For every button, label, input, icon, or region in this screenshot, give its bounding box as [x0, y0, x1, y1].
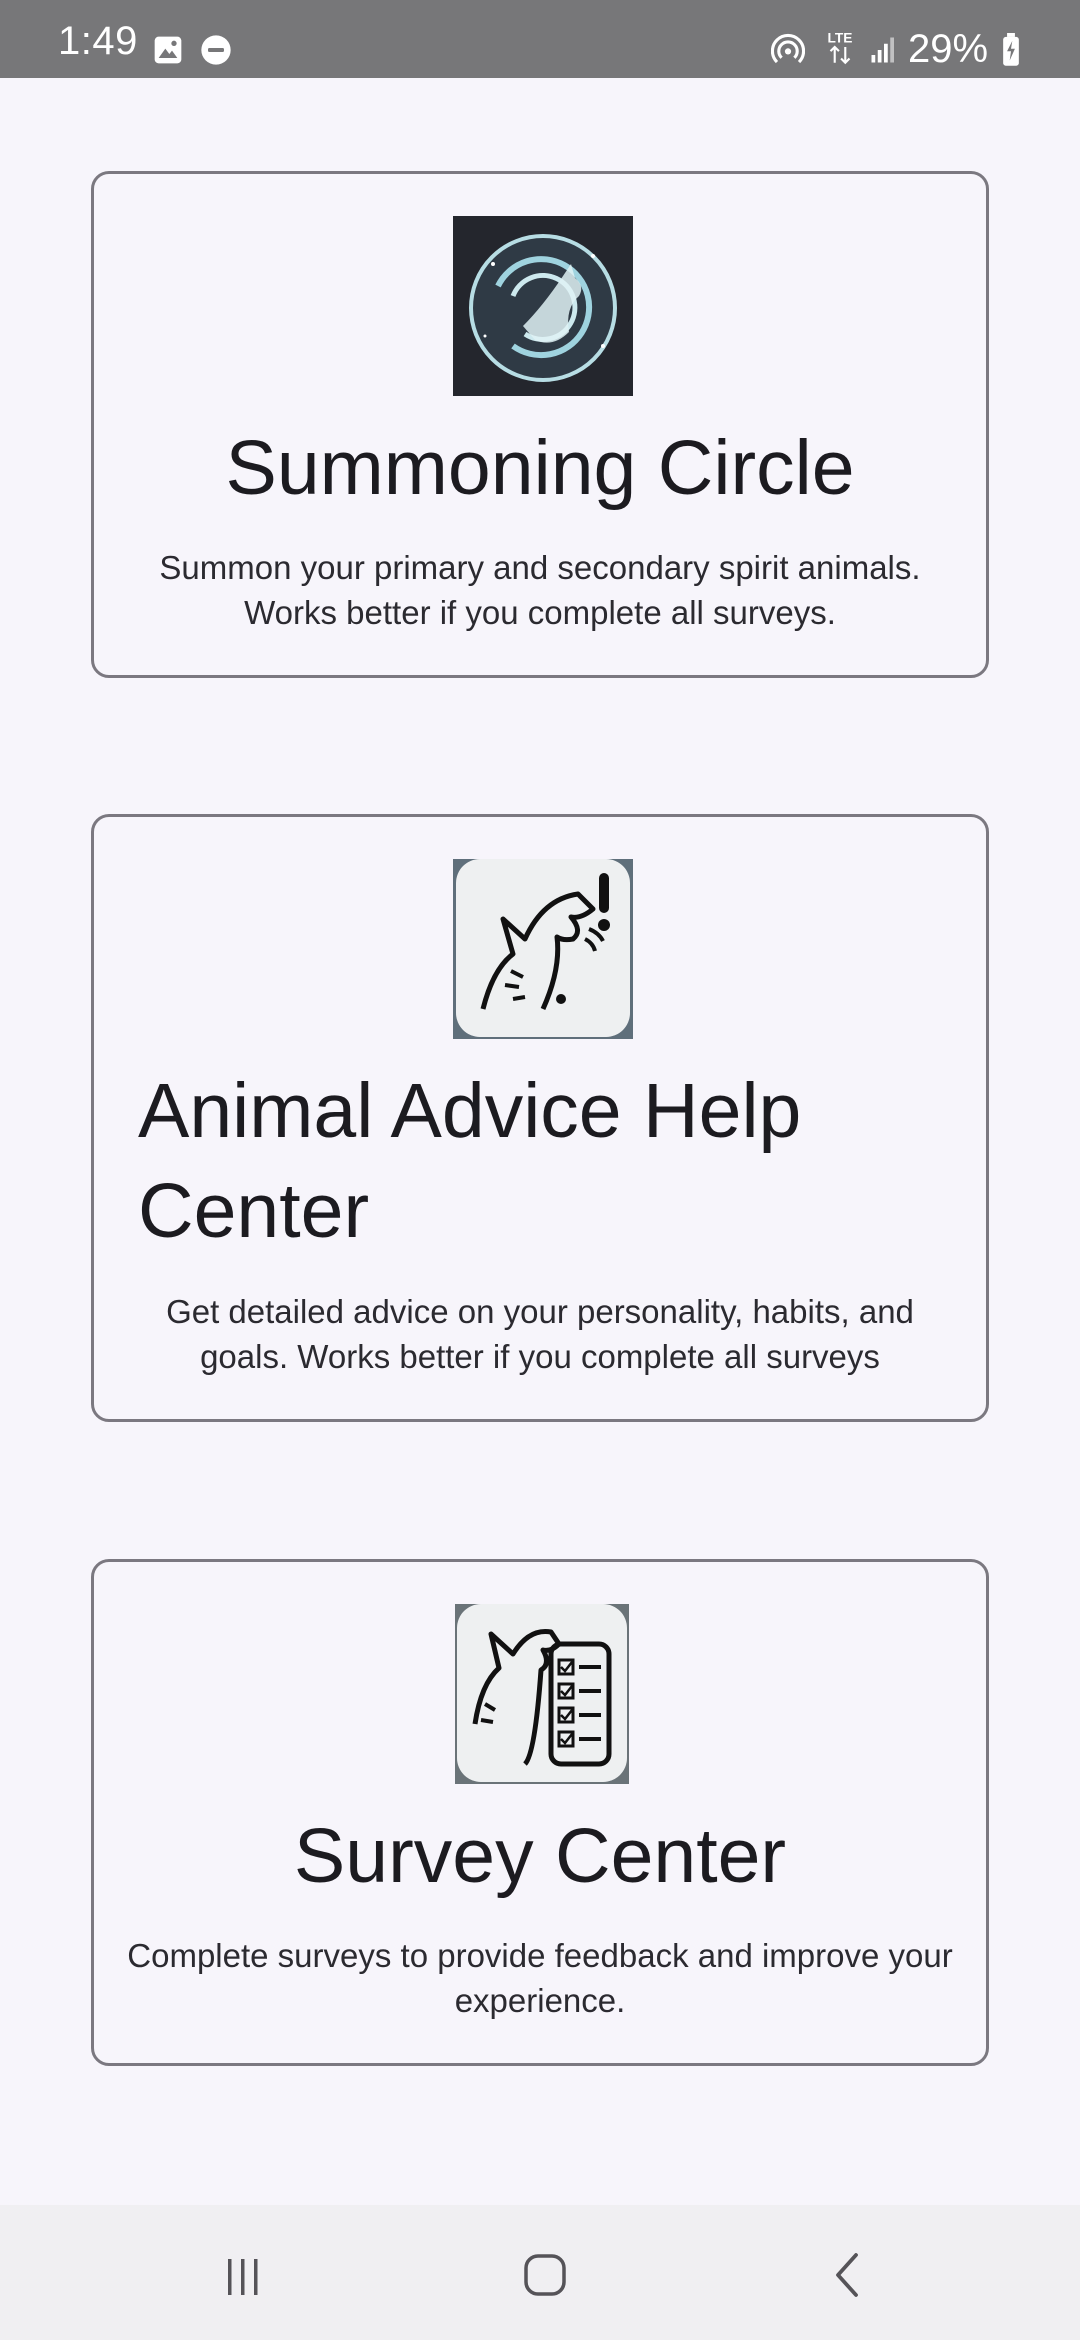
- spirit-wolf-circle-image: [453, 216, 633, 396]
- summoning-circle-card[interactable]: Summoning Circle Summon your primary and…: [91, 171, 989, 678]
- svg-text:LTE: LTE: [828, 31, 853, 46]
- survey-center-card[interactable]: Survey Center Complete surveys to provid…: [91, 1559, 989, 2066]
- recents-icon[interactable]: [213, 2245, 273, 2305]
- image-icon: [150, 32, 186, 68]
- lte-icon: LTE: [820, 30, 860, 66]
- animal-advice-card[interactable]: Animal Advice Help Center Get detailed a…: [91, 814, 989, 1422]
- status-bar: 1:49 LTE 29%: [0, 0, 1080, 78]
- wolf-checklist-image: [455, 1604, 629, 1784]
- back-icon[interactable]: [818, 2245, 878, 2305]
- navigation-bar: [0, 2205, 1080, 2340]
- card-title: Summoning Circle: [225, 425, 855, 511]
- card-description: Get detailed advice on your personality,…: [166, 1293, 914, 1375]
- card-description: Complete surveys to provide feedback and…: [127, 1937, 953, 2019]
- home-icon[interactable]: [515, 2245, 575, 2305]
- do-not-disturb-icon: [198, 32, 234, 68]
- hotspot-icon: [770, 32, 806, 68]
- battery-charging-icon: [998, 32, 1024, 68]
- battery-percentage: 29%: [908, 27, 989, 71]
- card-title: Animal Advice Help Center: [138, 1068, 802, 1254]
- card-description: Summon your primary and secondary spirit…: [159, 549, 921, 631]
- howling-wolf-alert-image: [453, 859, 633, 1039]
- card-title: Survey Center: [293, 1813, 787, 1899]
- status-time: 1:49: [58, 19, 138, 63]
- signal-icon: [866, 32, 902, 68]
